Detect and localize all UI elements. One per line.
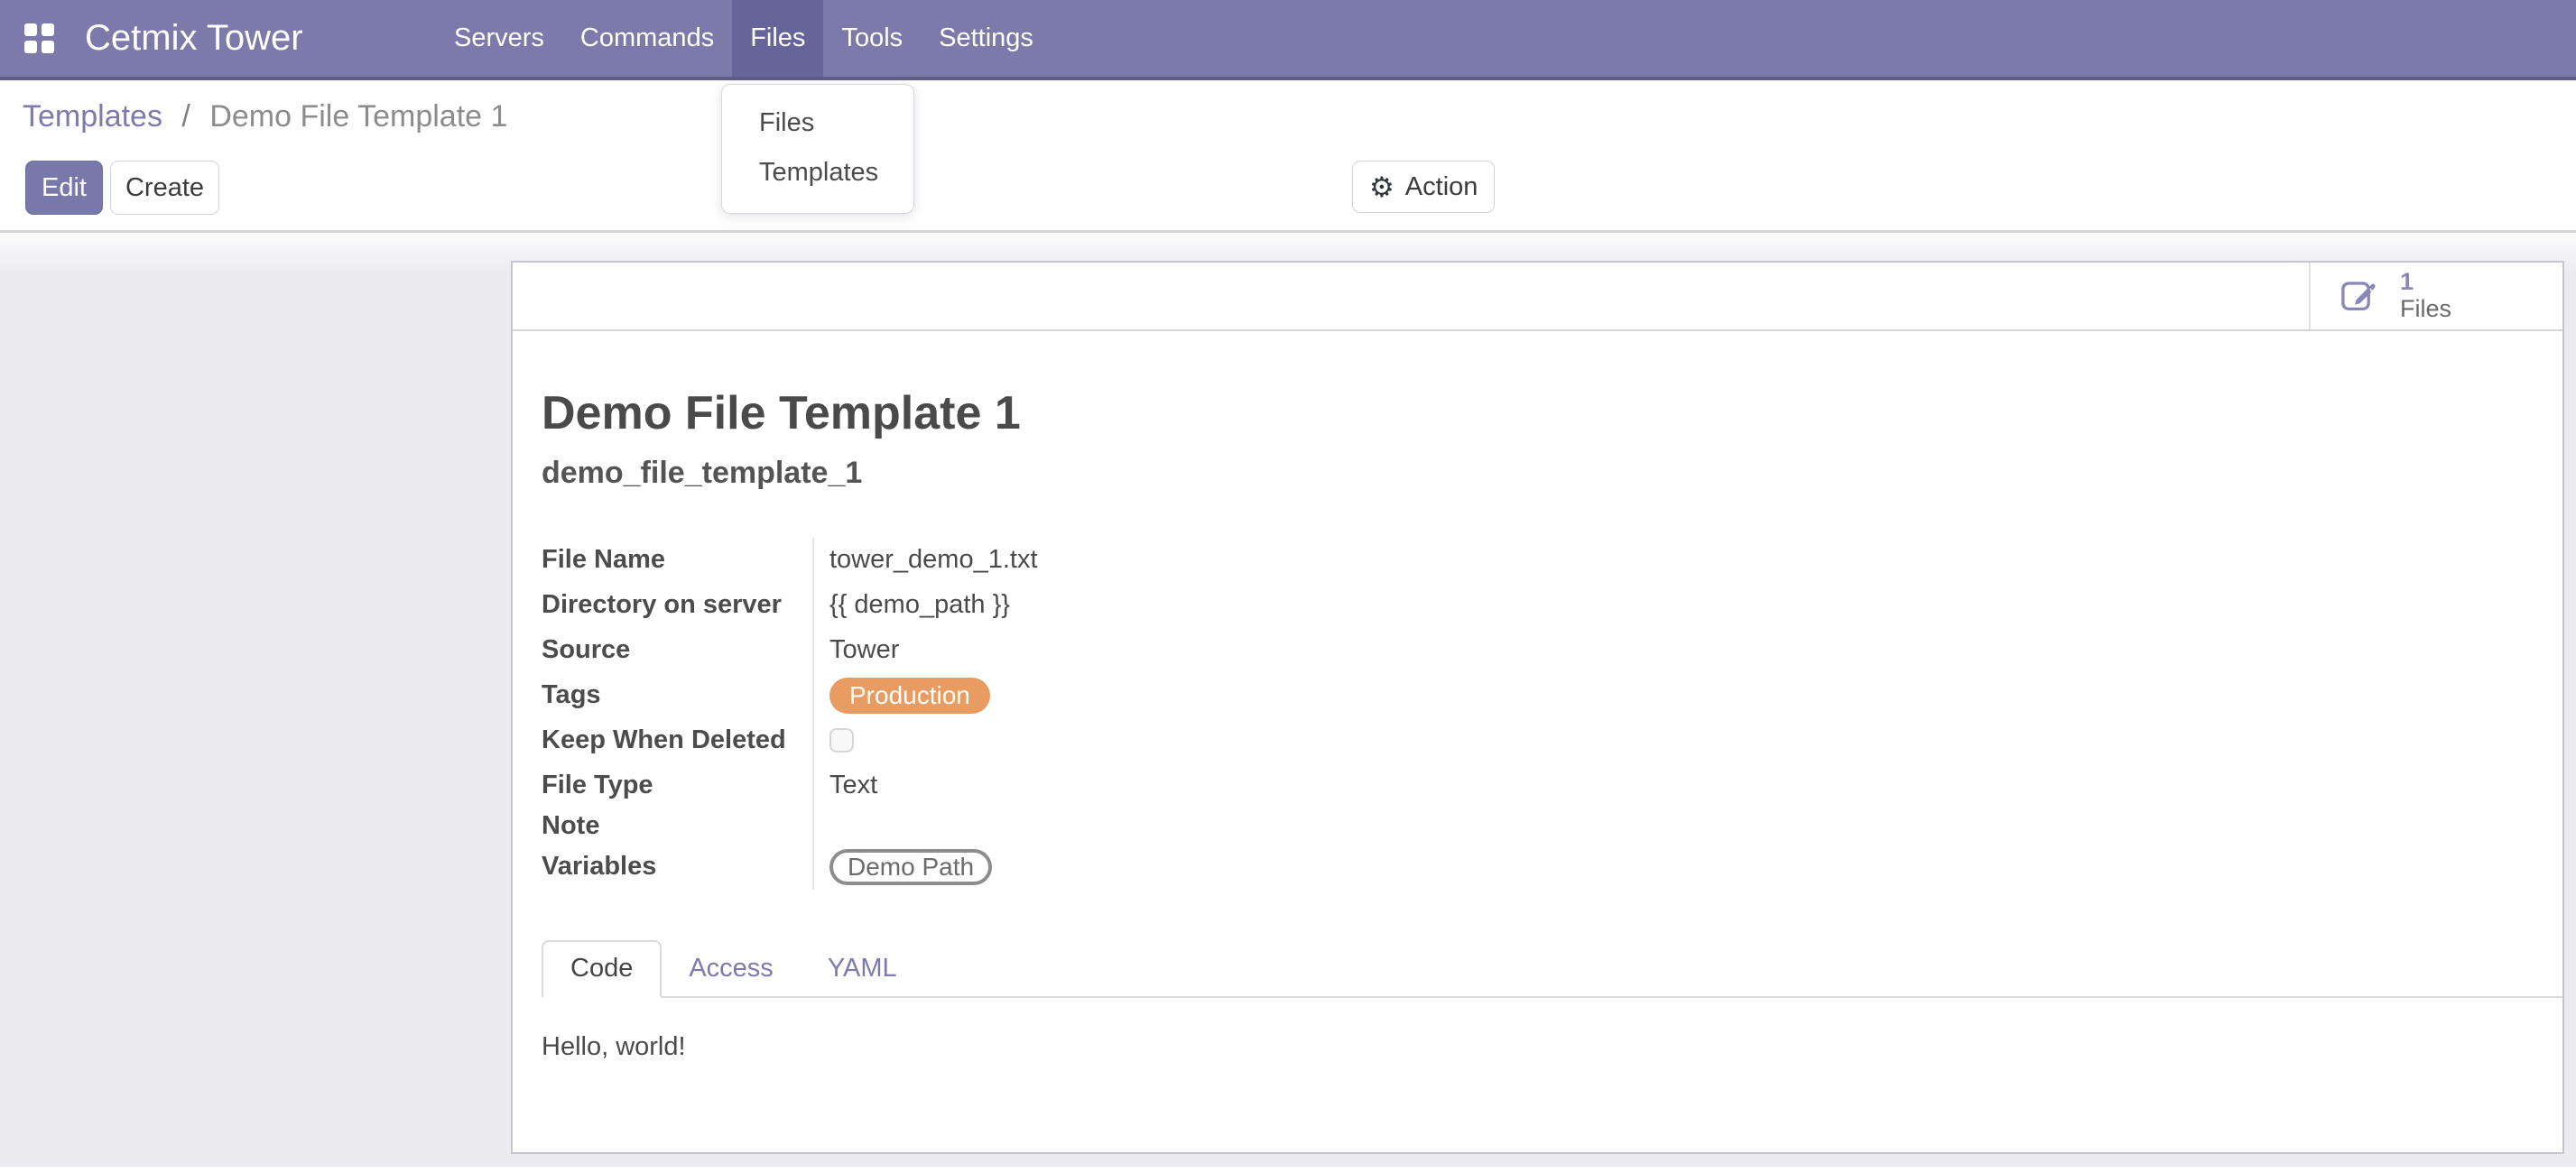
notebook-tabs: Code Access YAML	[542, 940, 2562, 998]
navbar-menu: Servers Commands Files Tools Settings	[436, 0, 1052, 77]
record-title: Demo File Template 1	[542, 387, 2530, 441]
field-row-source: Source Tower	[542, 628, 2530, 673]
field-value: Demo Path	[814, 849, 992, 885]
breadcrumb: Templates / Demo File Template 1	[23, 99, 507, 134]
field-value: Production	[814, 678, 990, 714]
keep-when-deleted-checkbox[interactable]	[829, 728, 854, 753]
field-row-tags: Tags Production	[542, 673, 2530, 718]
field-label: Tags	[542, 673, 814, 718]
code-content: Hello, world!	[542, 1032, 2530, 1062]
tab-yaml[interactable]: YAML	[801, 940, 924, 998]
field-label: Note	[542, 808, 814, 845]
field-value: tower_demo_1.txt	[814, 545, 1038, 575]
nav-item-files[interactable]: Files	[732, 0, 823, 77]
field-value	[814, 728, 854, 753]
field-value: Text	[814, 771, 877, 800]
field-value: Tower	[814, 635, 899, 665]
nav-item-settings[interactable]: Settings	[921, 0, 1052, 77]
variable-pill-demo-path[interactable]: Demo Path	[829, 849, 992, 885]
form-sheet: 1 Files Demo File Template 1 demo_file_t…	[511, 261, 2564, 1154]
stat-text: 1 Files	[2400, 269, 2451, 322]
field-label: Source	[542, 628, 814, 673]
dropdown-item-templates[interactable]: Templates	[722, 148, 913, 198]
files-dropdown-menu: Files Templates	[721, 84, 914, 214]
field-row-note: Note	[542, 808, 2530, 845]
edit-note-icon	[2340, 277, 2377, 315]
files-stat-button[interactable]: 1 Files	[2309, 263, 2562, 329]
field-row-variables: Variables Demo Path	[542, 845, 2530, 890]
control-panel: Templates / Demo File Template 1 Edit Cr…	[0, 80, 2576, 233]
stat-label: Files	[2400, 296, 2451, 323]
sheet-body: Demo File Template 1 demo_file_template_…	[513, 387, 2562, 1062]
content-area: 1 Files Demo File Template 1 demo_file_t…	[0, 233, 2576, 1167]
tab-access[interactable]: Access	[662, 940, 800, 998]
field-label: Keep When Deleted	[542, 718, 814, 763]
field-row-keep-when-deleted: Keep When Deleted	[542, 718, 2530, 763]
nav-item-tools[interactable]: Tools	[823, 0, 921, 77]
breadcrumb-templates-link[interactable]: Templates	[23, 99, 162, 134]
field-label: Directory on server	[542, 583, 814, 628]
field-value: {{ demo_path }}	[814, 590, 1010, 620]
record-buttons: Edit Create	[25, 161, 219, 215]
field-label: File Name	[542, 538, 814, 583]
nav-item-servers[interactable]: Servers	[436, 0, 562, 77]
create-button[interactable]: Create	[110, 161, 219, 215]
edit-button[interactable]: Edit	[25, 161, 103, 215]
breadcrumb-current: Demo File Template 1	[209, 99, 507, 134]
tag-badge-production: Production	[829, 678, 990, 714]
apps-grid-icon[interactable]	[24, 23, 55, 53]
field-row-directory-on-server: Directory on server {{ demo_path }}	[542, 583, 2530, 628]
field-group: File Name tower_demo_1.txt Directory on …	[542, 538, 2530, 890]
dropdown-item-files[interactable]: Files	[722, 98, 913, 148]
breadcrumb-separator: /	[181, 99, 190, 134]
sheet-header: 1 Files	[513, 263, 2562, 331]
field-row-file-name: File Name tower_demo_1.txt	[542, 538, 2530, 583]
nav-item-commands[interactable]: Commands	[562, 0, 732, 77]
stat-count: 1	[2400, 269, 2451, 296]
record-subtitle: demo_file_template_1	[542, 456, 2530, 491]
action-menu-label: Action	[1405, 172, 1478, 202]
top-navbar: Cetmix Tower Servers Commands Files Tool…	[0, 0, 2576, 80]
tab-code[interactable]: Code	[542, 940, 662, 998]
field-label: File Type	[542, 763, 814, 808]
gear-icon: ⚙	[1369, 173, 1395, 201]
field-label: Variables	[542, 845, 814, 890]
app-brand[interactable]: Cetmix Tower	[85, 18, 303, 59]
field-row-file-type: File Type Text	[542, 763, 2530, 808]
action-menu-button[interactable]: ⚙ Action	[1352, 161, 1495, 213]
